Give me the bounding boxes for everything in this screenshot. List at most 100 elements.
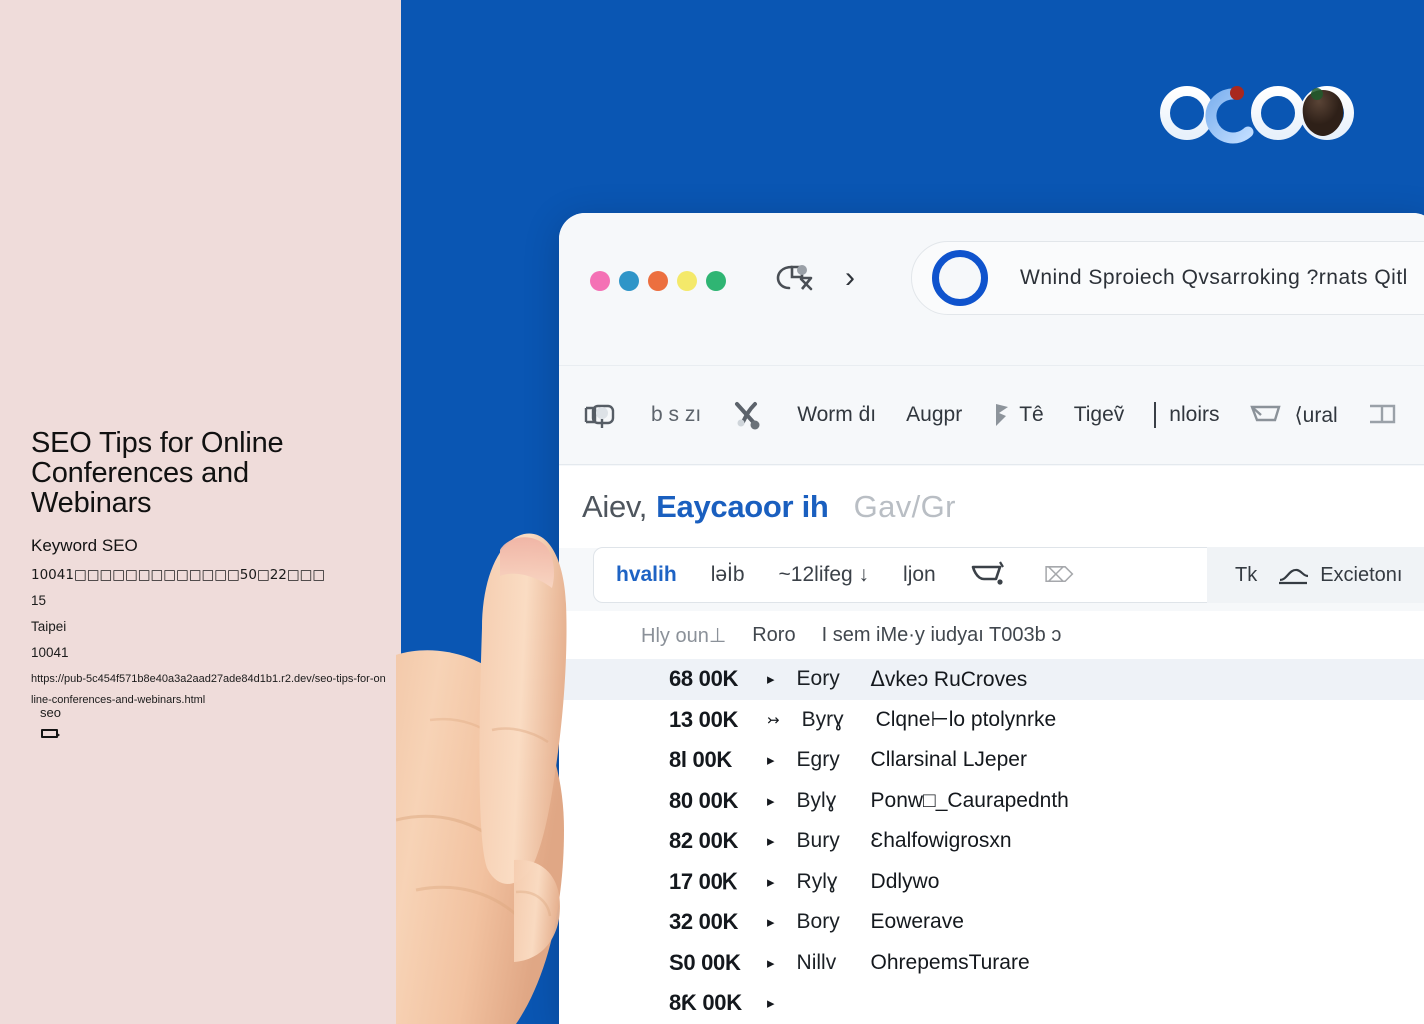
table-row[interactable]: S0 00K ▸ Nillv OhrepemsTurare [559, 942, 1424, 983]
grid-icon [584, 404, 615, 428]
column-header-details: I sem iMe·y iudyaı T003b ɔ [821, 623, 1062, 646]
filter-bar-right: Tk Excietonı ⌜ [1207, 547, 1424, 603]
table-row[interactable]: 8Ƙ 00K ▸ [559, 983, 1424, 1024]
toolbar-label: Tê [1019, 403, 1044, 426]
row-mid: Byrɣ [801, 707, 844, 731]
row-name: Eowerave [870, 910, 964, 934]
row-trend-icon: ▸ [767, 752, 775, 770]
row-mid: Bury [796, 829, 840, 853]
dot-orange[interactable] [648, 271, 668, 291]
row-trend-icon: ▸ [767, 954, 775, 972]
toolbar-icon-scissors[interactable] [731, 398, 767, 432]
filter-tab-label: lәİb [710, 563, 745, 586]
filter-tab-ljon[interactable]: ljon [903, 563, 936, 587]
table-row[interactable]: 17 00Ꮶ ▸ Rylɣ Ddlywo [559, 861, 1424, 902]
address-line: 10041□□□□□□□□□□□□□50□22□□□ [31, 567, 326, 583]
tag-badge-icon [41, 729, 60, 738]
row-name: Cllarsinal LJeper [870, 748, 1027, 772]
row-trend-icon: ▸ [767, 914, 775, 932]
row-trend-icon: ▸ [767, 995, 775, 1013]
dot-green[interactable] [706, 271, 726, 291]
toolbar-label: b s zı [651, 403, 702, 426]
row-mid: Bory [796, 910, 840, 934]
row-mid: Egry [796, 748, 840, 772]
table-row[interactable]: 82 00K ▸ Bury Ɛhalfowigrosxn [559, 821, 1424, 862]
toolbar-label: Worm ḋı [797, 403, 877, 426]
bar-icon [1154, 402, 1157, 428]
filter-tab-label: ljon [903, 563, 936, 586]
toolbar-item-kural[interactable]: ⟨ural [1249, 400, 1338, 430]
row-trend-icon: ▸ [767, 792, 775, 810]
row-name: OhrepemsTurare [870, 950, 1030, 974]
toolbar-icon-grid[interactable] [581, 398, 621, 432]
row-name: Ponw□_Caurapednth [870, 788, 1069, 812]
dot-pink[interactable] [590, 271, 610, 291]
table-row[interactable]: 32 00K ▸ Bory Eowerave [559, 902, 1424, 943]
cart-icon [971, 561, 1004, 585]
toolbar-item-wormdi[interactable]: Worm ḋı [797, 403, 876, 427]
postal-line: 10041 [31, 645, 69, 660]
profile-circle-icon [932, 250, 988, 306]
address-input[interactable]: Wnind Sproiech Qvsarroking ?rnats Qitl [1020, 266, 1408, 290]
row-trend-icon: ↣ [767, 711, 780, 729]
filter-right-label: Tk [1235, 563, 1258, 586]
filter-tab-label: ~12lifeg ↓ [778, 563, 870, 586]
heading-suffix: Gav/Gr [853, 489, 956, 524]
export-icon [1279, 568, 1309, 585]
toolbar-label: ⟨ural [1294, 403, 1338, 427]
city-line: Taipei [31, 619, 67, 634]
scissors-icon [735, 402, 760, 430]
chevron-right-icon[interactable]: › [845, 261, 855, 295]
dot-blue[interactable] [619, 271, 639, 291]
toolbar-item-nloirs[interactable]: nloirs [1154, 402, 1219, 428]
row-name: Ɛhalfowigrosxn [870, 829, 1012, 853]
row-name: Clqne⊢lo ptolynrke [875, 708, 1057, 732]
flag-icon [996, 404, 1009, 426]
filter-right-excietoni[interactable]: Excietonı [1277, 563, 1402, 587]
filter-right-label: Excietonı [1320, 563, 1403, 586]
dot-yellow[interactable] [677, 271, 697, 291]
window-controls[interactable] [590, 271, 726, 291]
table-row[interactable]: 8l 00K ▸ Egry Cllarsinal LJeper [559, 740, 1424, 781]
seo-tag: seo [40, 704, 61, 738]
table-row[interactable]: 68 00K ▸ Eory ᐃvkeɔ RuCroves [559, 659, 1424, 700]
toolbar-label: Tigeṽ [1073, 403, 1125, 426]
brand-logo [1160, 82, 1360, 144]
filter-tab-12lifeg[interactable]: ~12lifeg ↓ [779, 563, 869, 587]
browser-toolbar: b s zı Worm ḋı Augpr Tê Tigeṽ nloirs ⟨ur… [559, 365, 1424, 465]
table-row[interactable]: 13 00K ↣ Byrɣ Clqne⊢lo ptolynrke [559, 699, 1424, 740]
browser-window: › Wnind Sproiech Qvsarroking ?rnats Qitl… [559, 213, 1424, 1024]
column-header-roro: Roro [752, 623, 796, 646]
toolbar-label: nloirs [1169, 403, 1220, 426]
results-table: 68 00K ▸ Eory ᐃvkeɔ RuCroves 13 00K ↣ By… [559, 659, 1424, 1024]
row-mid: Nillv [796, 950, 837, 974]
filter-divider-icon: ⌦ [1043, 563, 1074, 587]
floor-line: 15 [31, 593, 47, 608]
filter-bar: hvalih lәİb ~12lifeg ↓ ljon ⌦ [593, 547, 1229, 603]
seo-tag-label: seo [40, 705, 61, 720]
row-trend-icon: ▸ [767, 671, 775, 689]
toolbar-item-tigev[interactable]: Tigeṽ [1074, 403, 1125, 427]
toolbar-item-bszi[interactable]: b s zı [651, 403, 701, 427]
toolbar-overflow-icon[interactable] [1368, 400, 1408, 430]
source-url[interactable]: https://pub-5c454f571b8e40a3a2aad27ade84… [31, 669, 387, 711]
table-row[interactable]: 80 00K ▸ Bylɣ Ponw□_Caurapednth [559, 780, 1424, 821]
screenshot-root: › Wnind Sproiech Qvsarroking ?rnats Qitl… [0, 0, 1424, 1024]
keyword-label: Keyword SEO [31, 536, 138, 555]
toolbar-item-augpr[interactable]: Augpr [906, 403, 962, 427]
row-mid: Bylɣ [796, 788, 837, 812]
row-name: Ddlywo [870, 869, 940, 893]
row-trend-icon: ▸ [767, 873, 775, 891]
filter-cart-icon[interactable] [970, 559, 1010, 591]
address-bar[interactable]: Wnind Sproiech Qvsarroking ?rnats Qitl [911, 241, 1424, 315]
filter-tab-leib[interactable]: lәİb [711, 563, 745, 587]
back-arrow-icon[interactable] [775, 261, 817, 295]
row-name: ᐃvkeɔ RuCroves [870, 667, 1028, 691]
filter-right-tk[interactable]: Tk [1235, 564, 1257, 587]
table-column-headers: Hly oun⊥ Roro I sem iMe·y iudyaı T003b ɔ [559, 611, 1424, 659]
row-mid: Rylɣ [796, 869, 838, 893]
row-trend-icon: ▸ [767, 833, 775, 851]
pointing-hand-photo [366, 520, 686, 1024]
toolbar-item-te[interactable]: Tê [992, 400, 1044, 430]
panel-icon [1369, 404, 1395, 424]
